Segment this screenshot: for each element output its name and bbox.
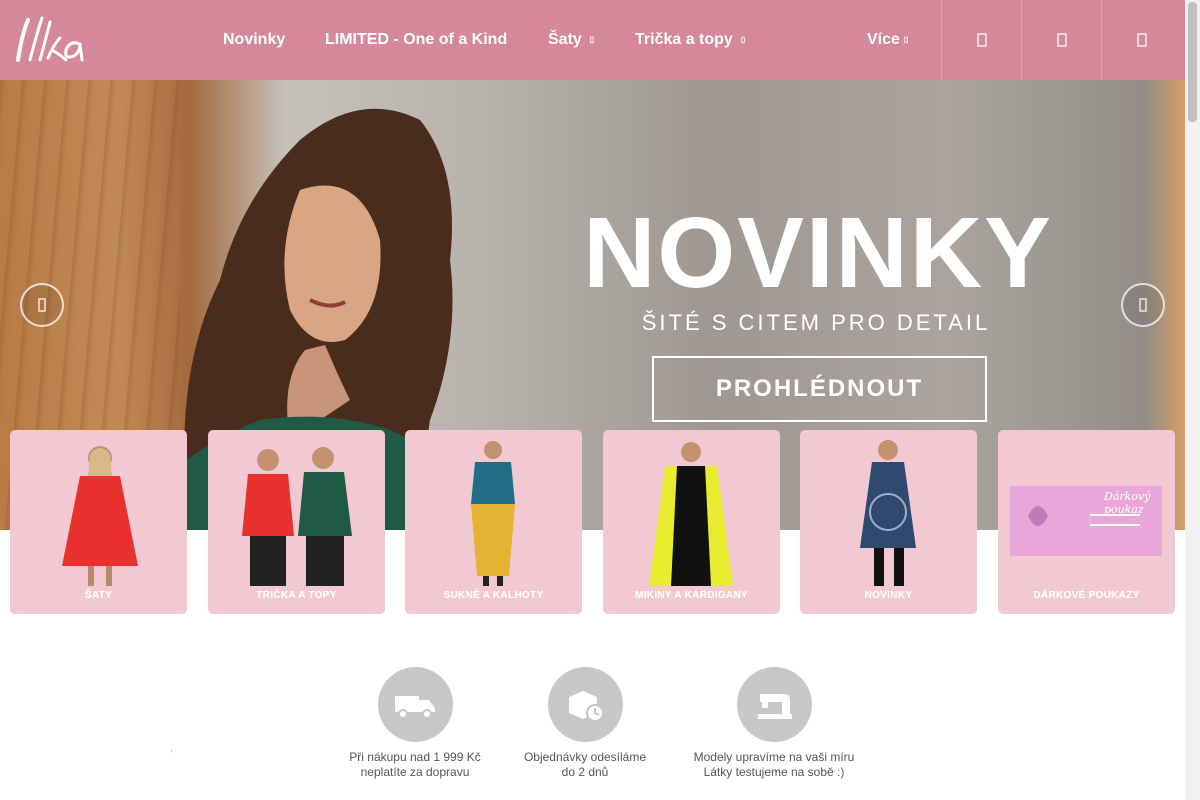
- category-card-sukne[interactable]: SUKNĚ A KALHOTY: [405, 430, 582, 614]
- delivery-truck-icon: [377, 667, 453, 742]
- category-image: [62, 446, 138, 586]
- voucher-title: Dárkový poukaz: [1104, 490, 1151, 516]
- nav-label: LIMITED - One of a Kind: [325, 31, 508, 48]
- category-card-tricka[interactable]: TRIČKA A TOPY: [208, 430, 385, 614]
- nav-label: Trička a topy: [635, 31, 733, 49]
- logo-mark: [16, 16, 84, 62]
- category-label: DÁRKOVÉ POUKAZY: [1033, 590, 1140, 601]
- nav-item-novinky[interactable]: Novinky: [223, 0, 285, 80]
- site-header: Novinky LIMITED - One of a Kind Šaty ▯ Tr…: [0, 0, 1185, 80]
- logo[interactable]: [10, 14, 86, 68]
- nav-item-limited[interactable]: LIMITED - One of a Kind: [325, 0, 507, 80]
- slider-next-button[interactable]: [1121, 283, 1165, 327]
- category-card-saty[interactable]: ŠATY: [10, 430, 187, 614]
- chevron-left-icon: [38, 298, 46, 312]
- feature-line: Při nákupu nad 1 999 Kč: [349, 750, 481, 764]
- search-button[interactable]: [941, 0, 1021, 80]
- category-label: NOVINKY: [864, 590, 913, 601]
- cart-button[interactable]: [1101, 0, 1181, 80]
- nav-item-saty[interactable]: Šaty ▯: [548, 0, 594, 80]
- carousel-dot[interactable]: ⁱ: [171, 748, 172, 757]
- category-image: [860, 440, 916, 586]
- sewing-machine-icon: [736, 667, 812, 742]
- feature-dispatch: Objednávky odesíláme do 2 dnů: [510, 667, 660, 780]
- category-card-novinky[interactable]: NOVINKY: [800, 430, 977, 614]
- cart-icon: [1136, 33, 1147, 47]
- category-label: ŠATY: [84, 590, 113, 601]
- scrollbar-thumb[interactable]: [1188, 2, 1197, 122]
- chevron-down-icon: ▯: [589, 35, 595, 44]
- chevron-down-icon: ▯: [903, 35, 909, 44]
- package-clock-icon: [547, 667, 623, 742]
- feature-custom-fit: Modely upravíme na vaši míru Látky testuj…: [676, 667, 872, 780]
- category-image: [649, 442, 733, 586]
- nav-label: Šaty: [548, 31, 582, 49]
- nav-label: Více: [867, 31, 900, 49]
- category-image: [242, 447, 352, 586]
- feature-line: Látky testujeme na sobě :): [703, 765, 845, 779]
- category-label: SUKNĚ A KALHOTY: [443, 590, 544, 601]
- feature-line: Modely upravíme na vaši míru: [693, 750, 855, 764]
- feature-line: do 2 dnů: [561, 765, 609, 779]
- account-button[interactable]: [1021, 0, 1101, 80]
- chevron-down-icon: ▯: [740, 35, 746, 44]
- slider-prev-button[interactable]: [20, 283, 64, 327]
- user-icon: [1056, 33, 1067, 47]
- chevron-right-icon: [1139, 298, 1147, 312]
- nav-item-vice[interactable]: Více ▯: [867, 0, 908, 80]
- category-image: [471, 441, 515, 586]
- feature-line: neplatíte za dopravu: [360, 765, 470, 779]
- hero-cta-button[interactable]: PROHLÉDNOUT: [652, 356, 987, 422]
- search-icon: [976, 33, 987, 47]
- category-label: MIKINY A KARDIGANY: [635, 590, 748, 601]
- nav-label: Novinky: [223, 31, 286, 48]
- feature-free-shipping: Při nákupu nad 1 999 Kč neplatíte za dopr…: [340, 667, 490, 780]
- hero-title: NOVINKY: [583, 197, 1053, 309]
- category-label: TRIČKA A TOPY: [256, 590, 337, 601]
- hero-subtitle: ŠITÉ S CITEM PRO DETAIL: [641, 310, 991, 335]
- nav-item-tricka[interactable]: Trička a topy ▯: [635, 0, 745, 80]
- category-card-mikiny[interactable]: MIKINY A KARDIGANY: [603, 430, 780, 614]
- category-card-poukazy[interactable]: Dárkový poukaz DÁRKOVÉ POUKAZY: [998, 430, 1175, 614]
- feature-line: Objednávky odesíláme: [523, 750, 647, 764]
